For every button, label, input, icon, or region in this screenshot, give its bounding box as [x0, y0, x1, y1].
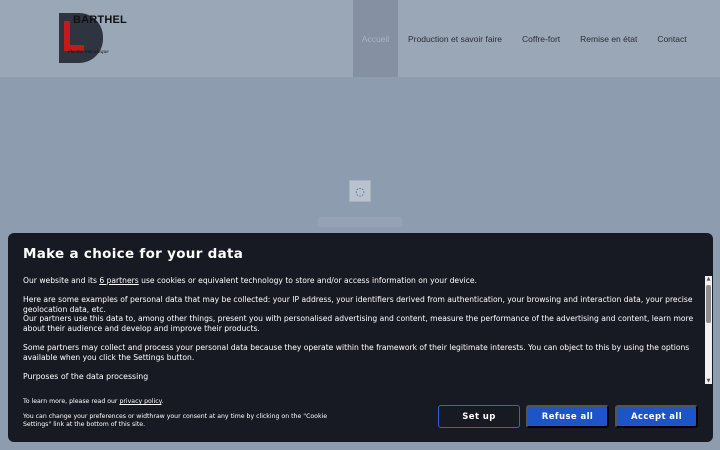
partners-link[interactable]: 6 partners	[99, 276, 138, 285]
refuse-all-button[interactable]: Refuse all	[526, 405, 609, 428]
intro-suffix: use cookies or equivalent technology to …	[138, 276, 477, 285]
learn-more-prefix: To learn more, please read our	[23, 398, 120, 405]
consent-title: Make a choice for your data	[23, 246, 244, 262]
scroll-thumb[interactable]	[706, 285, 711, 323]
nav-item-accueil[interactable]: Accueil	[353, 0, 398, 77]
site-logo[interactable]: BARTHEL électro-mécanique	[59, 13, 127, 63]
main-nav: Accueil Production et savoir faire Coffr…	[353, 0, 697, 77]
learn-more-suffix: .	[161, 398, 164, 405]
consent-partners-use: Our partners use this data to, among oth…	[23, 314, 694, 333]
hidden-content-placeholder	[318, 217, 402, 227]
privacy-policy-link[interactable]: privacy policy	[119, 398, 161, 405]
site-header: BARTHEL électro-mécanique Accueil Produc…	[0, 0, 720, 77]
setup-button[interactable]: Set up	[438, 405, 520, 428]
change-preferences-text: You can change your preferences or width…	[23, 413, 328, 428]
nav-item-coffre-fort[interactable]: Coffre-fort	[512, 0, 570, 77]
nav-item-production[interactable]: Production et savoir faire	[398, 0, 512, 77]
intro-prefix: Our website and its	[23, 276, 100, 285]
accept-all-button[interactable]: Accept all	[615, 405, 698, 428]
consent-legitimate-interest: Some partners may collect and process yo…	[23, 343, 690, 362]
learn-more-text: To learn more, please read our privacy p…	[23, 398, 163, 405]
loading-spinner-icon: ◌	[349, 180, 371, 202]
logo-subtitle: électro-mécanique	[68, 49, 109, 55]
consent-examples: Here are some examples of personal data …	[23, 295, 693, 314]
scroll-down-arrow-icon[interactable]: ▼	[705, 378, 712, 384]
consent-dialog: Make a choice for your data Our website …	[8, 233, 713, 442]
consent-text-scroll-area[interactable]: Our website and its 6 partners use cooki…	[23, 276, 698, 386]
nav-item-remise-en-etat[interactable]: Remise en état	[570, 0, 647, 77]
consent-intro: Our website and its 6 partners use cooki…	[23, 276, 698, 286]
nav-item-contact[interactable]: Contact	[647, 0, 696, 77]
purposes-heading[interactable]: Purposes of the data processing	[23, 372, 698, 382]
consent-scrollbar[interactable]: ▲ ▼	[705, 276, 712, 384]
scroll-up-arrow-icon[interactable]: ▲	[705, 276, 712, 282]
logo-name: BARTHEL	[73, 14, 127, 26]
